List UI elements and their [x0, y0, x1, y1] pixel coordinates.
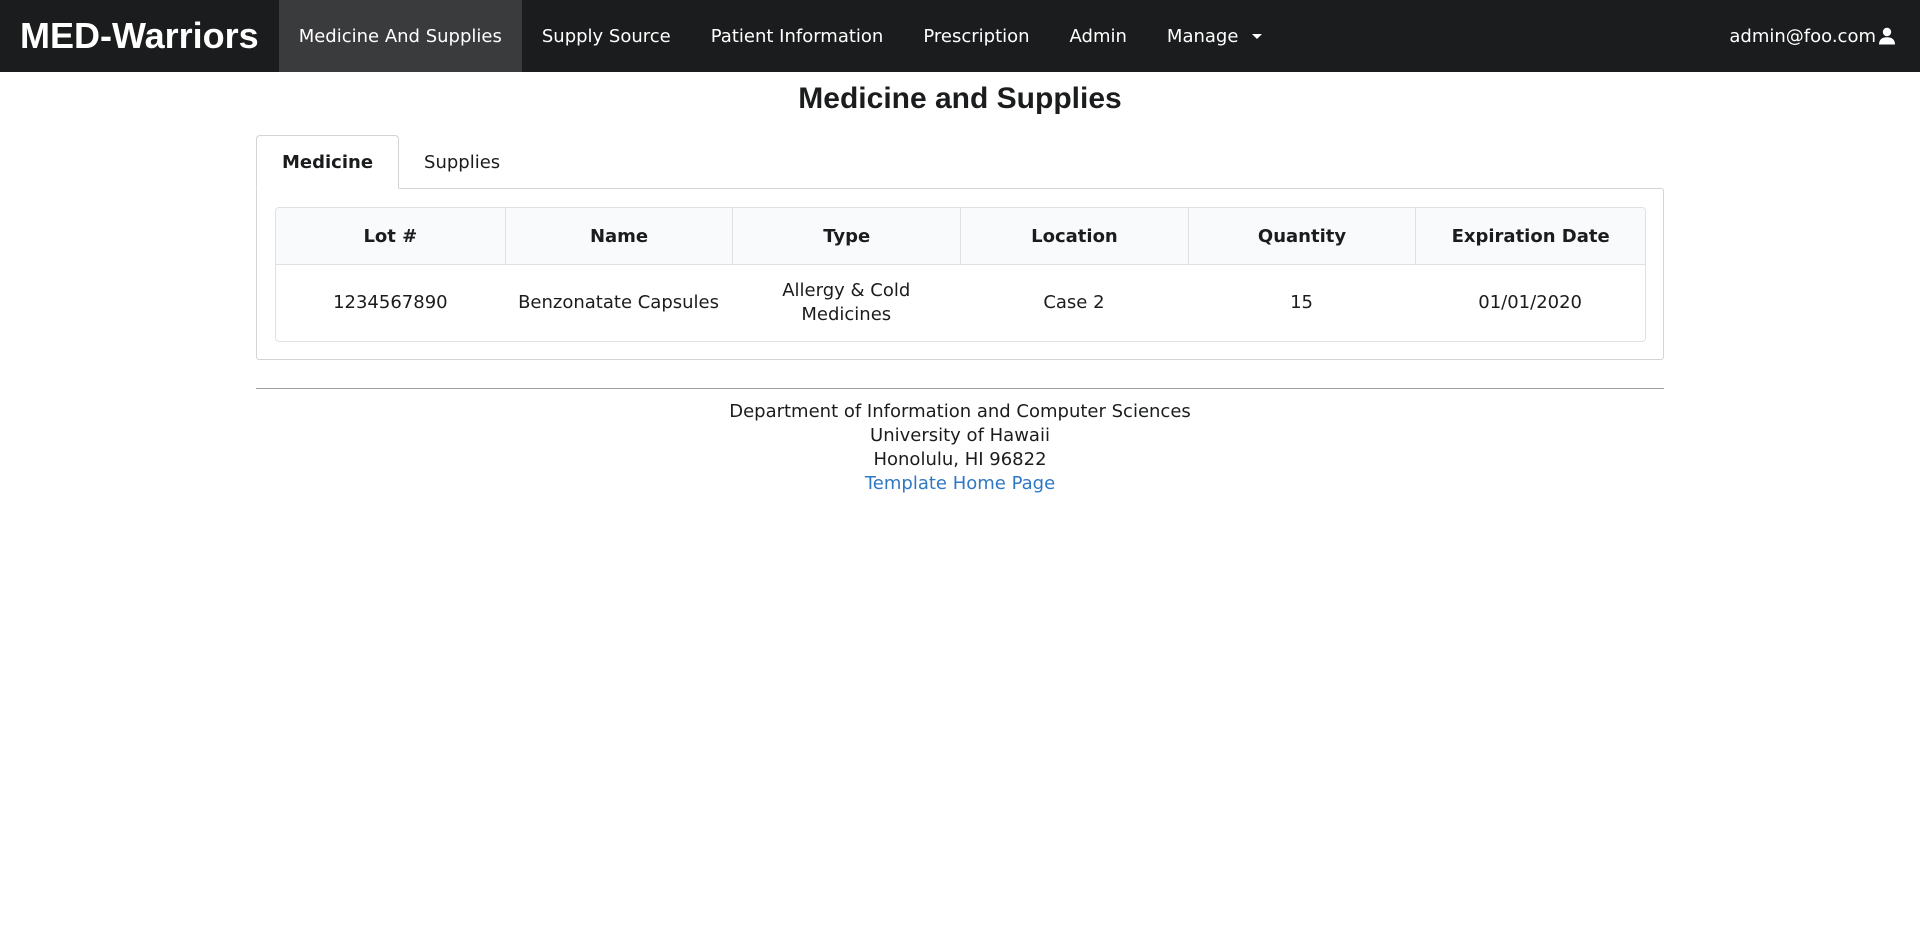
user-email: admin@foo.com [1729, 25, 1876, 47]
tab-supplies[interactable]: Supplies [399, 135, 525, 189]
column-header-lot: Lot # [276, 208, 505, 265]
page-title: Medicine and Supplies [798, 82, 1122, 115]
cell-quantity: 15 [1290, 292, 1313, 313]
tab-bar: Medicine Supplies [256, 135, 525, 189]
nav-item-patient-information[interactable]: Patient Information [691, 0, 904, 72]
nav-item-supply-source[interactable]: Supply Source [522, 0, 691, 72]
table-row: 1234567890 Benzonatate Capsules Allergy … [276, 265, 1645, 341]
column-header-name: Name [504, 208, 733, 265]
user-icon [1878, 27, 1896, 45]
cell-type: Allergy & Cold Medicines [732, 265, 960, 341]
column-header-location: Location [960, 208, 1188, 265]
footer-department: Department of Information and Computer S… [729, 401, 1191, 422]
table-header-row: Lot # Name Type Location Quantity Expira… [276, 208, 1645, 265]
cell-type-text: Allergy & Cold Medicines [782, 280, 911, 325]
caret-down-icon [1252, 33, 1263, 39]
footer-university: University of Hawaii [870, 425, 1050, 446]
user-menu[interactable]: admin@foo.com [1729, 0, 1920, 72]
top-navbar: MED-Warriors Medicine And Supplies Suppl… [0, 0, 1920, 72]
column-header-expiration-date: Expiration Date [1415, 208, 1645, 265]
column-header-quantity: Quantity [1187, 208, 1416, 265]
cell-name: Benzonatate Capsules [518, 292, 719, 313]
medicine-table: Lot # Name Type Location Quantity Expira… [275, 207, 1646, 342]
tab-medicine[interactable]: Medicine [256, 135, 400, 189]
brand-logo[interactable]: MED-Warriors [0, 0, 279, 72]
template-home-page-link[interactable]: Template Home Page [865, 473, 1055, 494]
cell-expiration-date: 01/01/2020 [1478, 292, 1583, 313]
column-header-type: Type [732, 208, 961, 265]
nav-item-prescription[interactable]: Prescription [903, 0, 1049, 72]
cell-lot: 1234567890 [333, 292, 448, 313]
nav-item-manage-dropdown[interactable]: Manage [1147, 0, 1283, 72]
medicine-tab-panel: Lot # Name Type Location Quantity Expira… [256, 188, 1664, 360]
nav-item-admin[interactable]: Admin [1050, 0, 1147, 72]
nav-item-manage-label: Manage [1166, 25, 1239, 47]
footer: Department of Information and Computer S… [0, 400, 1920, 496]
nav-item-medicine-and-supplies[interactable]: Medicine And Supplies [278, 0, 522, 72]
footer-address: Honolulu, HI 96822 [873, 449, 1047, 470]
cell-location: Case 2 [1043, 292, 1105, 313]
footer-divider [256, 388, 1664, 389]
